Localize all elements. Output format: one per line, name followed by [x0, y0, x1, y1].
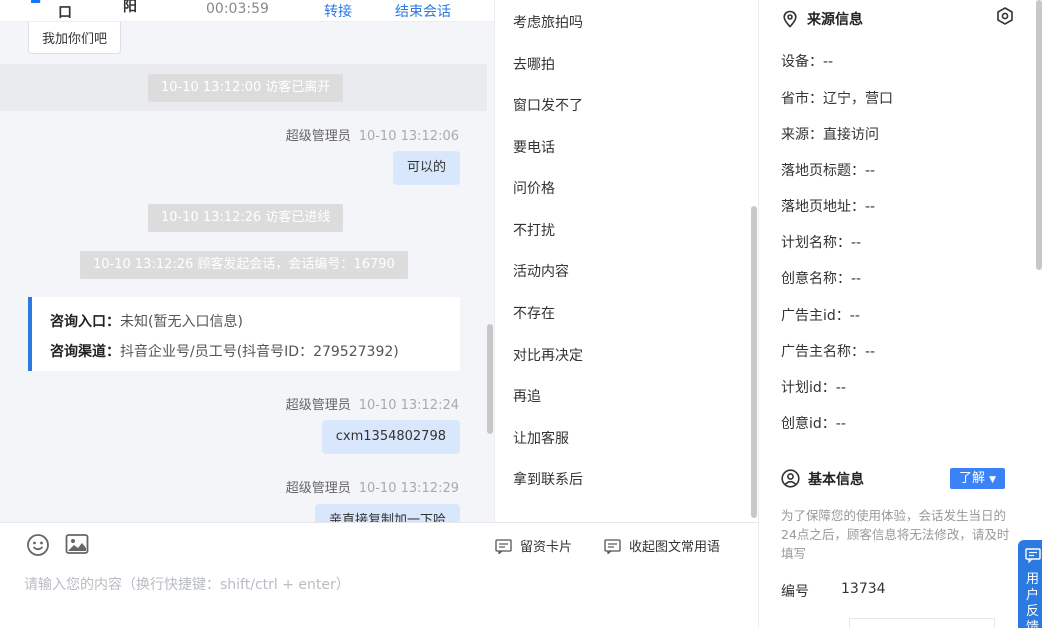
image-icon[interactable]	[65, 533, 89, 555]
phrase-item[interactable]: 窗口发不了	[513, 95, 583, 115]
lead-card-button[interactable]: 留资卡片	[495, 536, 572, 555]
feedback-tab[interactable]: 用户反馈	[1018, 540, 1042, 628]
phrase-item[interactable]: 让加客服	[513, 428, 569, 448]
sender-name: 超级管理员	[285, 129, 351, 144]
phrase-item[interactable]: 对比再决定	[513, 345, 583, 365]
message-time: 10-10 13:12:29	[358, 481, 459, 496]
source-creative-name: 创意名称：--	[781, 271, 862, 287]
visitor-name-part1: 口	[58, 5, 72, 21]
message-time: 10-10 13:12:24	[358, 398, 459, 413]
message-time: 10-10 13:12:06	[358, 129, 459, 144]
sender-name: 超级管理员	[285, 481, 351, 496]
phrase-item[interactable]: 再追	[513, 386, 541, 406]
source-landing-url: 落地页地址：--	[781, 199, 876, 215]
app-root: ▬ 口 阳 00:03:59 转接 结束会话 我加你们吧 10-10 13:12…	[0, 0, 1042, 628]
phrase-item[interactable]: 不存在	[513, 303, 555, 323]
learn-more-label: 了解	[958, 471, 985, 486]
phrase-item[interactable]: 考虑旅拍吗	[513, 12, 583, 32]
chat-header: ▬ 口 阳 00:03:59 转接 结束会话	[0, 0, 494, 22]
customer-id-value: 13734	[841, 581, 886, 597]
source-city: 省市：辽宁，营口	[781, 91, 893, 107]
phrase-item[interactable]: 去哪拍	[513, 54, 555, 74]
chat-panel: ▬ 口 阳 00:03:59 转接 结束会话 我加你们吧 10-10 13:12…	[0, 0, 494, 522]
customer-info-panel: 来源信息 设备：-- 省市：辽宁，营口 来源：直接访问 落地页标题：-- 落地页…	[758, 0, 1042, 628]
agent-message-bubble: cxm1354802798	[321, 420, 460, 454]
consult-info-card: 咨询入口：未知(暂无入口信息) 咨询渠道：抖音企业号/员工号(抖音号ID：279…	[28, 297, 460, 371]
phrase-icon	[604, 539, 621, 555]
phrases-scrollbar[interactable]	[751, 206, 757, 518]
customer-id-label: 编号	[781, 584, 809, 600]
lead-card-label: 留资卡片	[520, 540, 573, 555]
collapse-phrases-label: 收起图文常用语	[629, 540, 721, 555]
basic-info-title: 基本信息	[781, 469, 864, 489]
emoji-icon[interactable]	[26, 533, 50, 557]
consult-channel-label: 咨询渠道：	[50, 344, 120, 360]
end-session-link[interactable]: 结束会话	[395, 1, 451, 21]
phrase-item[interactable]: 要电话	[513, 137, 555, 157]
info-panel-scrollbar[interactable]	[1036, 0, 1042, 270]
message-input[interactable]	[24, 571, 724, 599]
source-landing-title: 落地页标题：--	[781, 163, 876, 179]
visitor-name-part2: 阳	[123, 0, 137, 15]
source-device: 设备：--	[781, 54, 834, 70]
system-message-session-started: 10-10 13:12:26 顾客发起会话，会话编号：16790	[80, 251, 408, 279]
edit-notice: 为了保障您的使用体验，会话发生当日的24点之后，顾客信息将无法修改，请及时填写	[781, 508, 1010, 561]
info-field-partial[interactable]	[849, 618, 995, 628]
quick-phrases-panel: 考虑旅拍吗 去哪拍 窗口发不了 要电话 问价格 不打扰 活动内容 不存在 对比再…	[494, 0, 758, 522]
feedback-label: 用户反馈	[1026, 572, 1040, 628]
transfer-link[interactable]: 转接	[324, 1, 352, 21]
system-message-visitor-entered: 10-10 13:12:26 访客已进线	[148, 204, 344, 232]
sender-name: 超级管理员	[285, 398, 351, 413]
source-advertiser-name: 广告主名称：--	[781, 344, 876, 360]
consult-entry-row: 咨询入口：未知(暂无入口信息)	[50, 311, 243, 331]
message-sender-line: 超级管理员 10-10 13:12:06	[286, 125, 459, 144]
basic-info-title-text: 基本信息	[808, 472, 864, 488]
card-icon	[495, 539, 512, 555]
consult-channel-row: 咨询渠道：抖音企业号/员工号(抖音号ID：279527392)	[50, 341, 399, 361]
consult-entry-label: 咨询入口：	[50, 314, 120, 330]
caret-down-icon: ▼	[989, 475, 997, 485]
source-creative-id: 创意id：--	[781, 416, 846, 432]
system-message-visitor-left: 10-10 13:12:00 访客已离开	[148, 74, 344, 102]
feedback-icon	[1025, 548, 1041, 563]
user-icon	[781, 469, 800, 488]
message-sender-line: 超级管理员 10-10 13:12:29	[286, 477, 459, 496]
agent-message-bubble: 亲直接复制加一下哈	[314, 504, 460, 522]
source-info-title-text: 来源信息	[807, 12, 863, 28]
message-sender-line: 超级管理员 10-10 13:12:24	[286, 394, 459, 413]
chat-scrollbar[interactable]	[487, 324, 493, 434]
collapse-phrases-button[interactable]: 收起图文常用语	[604, 536, 720, 555]
source-plan-name: 计划名称：--	[781, 235, 862, 251]
session-timer: 00:03:59	[206, 1, 269, 17]
phrase-item[interactable]: 活动内容	[513, 261, 569, 281]
agent-message-bubble: 可以的	[392, 151, 460, 185]
visitor-message-bubble: 我加你们吧	[28, 22, 122, 54]
source-plan-id: 计划id：--	[781, 380, 846, 396]
settings-icon[interactable]	[995, 6, 1015, 26]
consult-channel-value: 抖音企业号/员工号(抖音号ID：279527392)	[120, 344, 399, 360]
consult-entry-value: 未知(暂无入口信息)	[120, 314, 243, 330]
phrase-item[interactable]: 问价格	[513, 178, 555, 198]
phrase-item[interactable]: 拿到联系后	[513, 469, 583, 489]
source-channel: 来源：直接访问	[781, 127, 879, 143]
learn-more-dropdown[interactable]: 了解 ▼	[950, 468, 1005, 489]
location-pin-icon	[783, 10, 797, 28]
source-advertiser-id: 广告主id：--	[781, 308, 860, 324]
phrase-item[interactable]: 不打扰	[513, 220, 555, 240]
visitor-icon: ▬	[30, 0, 42, 7]
input-area: 留资卡片 收起图文常用语	[0, 522, 758, 628]
source-info-title: 来源信息	[781, 9, 863, 29]
